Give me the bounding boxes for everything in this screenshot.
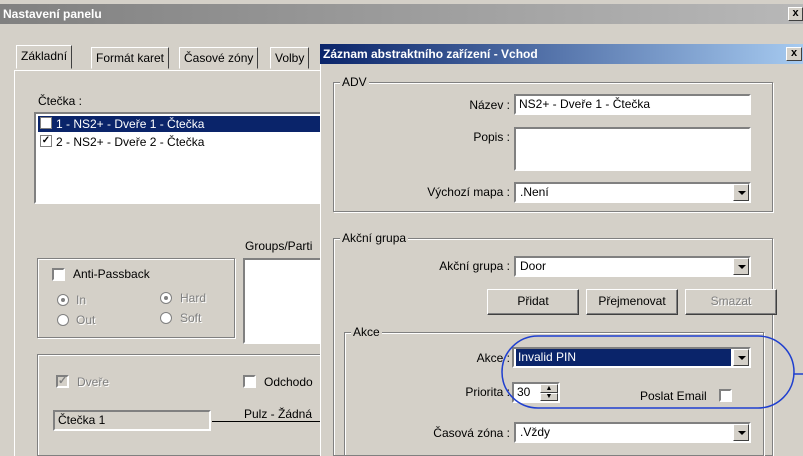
exit-label: Odchodo: [264, 375, 313, 389]
delete-button[interactable]: Smazat: [685, 289, 777, 315]
timezone-dropdown[interactable]: .Vždy: [514, 422, 751, 443]
settings-tabs: Základní Formát karet Časové zóny Volby: [16, 45, 326, 71]
map-dropdown[interactable]: .Není: [514, 182, 751, 203]
radio-soft-label: Soft: [180, 311, 202, 325]
groups-list[interactable]: [243, 258, 325, 344]
dialog-close-button[interactable]: x: [786, 47, 802, 61]
action-group-dropdown[interactable]: Door: [514, 256, 751, 277]
exit-checkbox[interactable]: [243, 375, 256, 388]
radio-out-label: Out: [76, 313, 96, 327]
settings-close-button[interactable]: x: [788, 7, 803, 21]
radio-hard-label: Hard: [180, 291, 207, 305]
dialog-titlebar[interactable]: Záznam abstraktního zařízení - Vchod: [320, 44, 803, 64]
name-label: Název :: [469, 98, 510, 112]
reader-name-field[interactable]: Čtečka 1: [53, 410, 211, 431]
door-group: [37, 354, 327, 456]
pulse-line: [212, 421, 328, 422]
settings-window-title: Nastavení panelu: [3, 7, 102, 21]
radio-hard[interactable]: [160, 292, 172, 304]
map-value: .Není: [520, 185, 549, 199]
desc-field[interactable]: [514, 127, 751, 171]
pulse-label: Pulz - Žádná: [244, 407, 313, 421]
priority-label: Priorita :: [465, 385, 510, 399]
list-item[interactable]: ✓ 1 - NS2+ - Dveře 1 - Čtečka: [38, 116, 326, 132]
action-group-legend: Akční grupa: [340, 231, 409, 245]
highlight-ellipse: [501, 335, 803, 409]
reader-list[interactable]: ✓ 1 - NS2+ - Dveře 1 - Čtečka ✓ 2 - NS2+…: [34, 112, 328, 204]
radio-in[interactable]: [57, 294, 69, 306]
groups-label: Groups/Parti: [245, 239, 313, 253]
list-item[interactable]: ✓ 2 - NS2+ - Dveře 2 - Čtečka: [38, 134, 326, 150]
radio-soft[interactable]: [160, 312, 172, 324]
tab-zakladni[interactable]: Základní: [16, 45, 73, 69]
adv-legend: ADV: [340, 75, 369, 89]
timezone-value: .Vždy: [520, 425, 551, 439]
tab-volby[interactable]: Volby: [270, 47, 310, 69]
anti-passback-label: Anti-Passback: [73, 267, 150, 281]
action-group-label: Akční grupa :: [439, 259, 510, 273]
timezone-label: Časová zóna :: [433, 426, 510, 440]
dialog-title: Záznam abstraktního zařízení - Vchod: [323, 47, 538, 61]
chevron-down-icon[interactable]: [733, 184, 749, 201]
tab-casove-zony[interactable]: Časové zóny: [179, 47, 259, 69]
action-legend: Akce: [351, 325, 382, 339]
map-label: Výchozí mapa :: [427, 185, 510, 199]
action-group-value: Door: [520, 259, 547, 273]
add-button[interactable]: Přidat: [487, 289, 579, 315]
reader-checkbox-icon[interactable]: ✓: [40, 135, 52, 147]
rename-button[interactable]: Přejmenovat: [586, 289, 678, 315]
action-label: Akce :: [476, 351, 510, 365]
chevron-down-icon[interactable]: [733, 424, 749, 441]
radio-in-label: In: [76, 293, 87, 307]
door-label: Dveře: [77, 375, 110, 389]
reader-label: Čtečka :: [38, 94, 83, 108]
name-field[interactable]: NS2+ - Dveře 1 - Čtečka: [514, 94, 751, 115]
reader-checkbox-icon[interactable]: ✓: [40, 117, 52, 129]
door-checkbox[interactable]: ✓: [56, 375, 69, 388]
desc-label: Popis :: [473, 130, 510, 144]
chevron-down-icon[interactable]: [733, 258, 749, 275]
settings-window-titlebar[interactable]: Nastavení panelu: [0, 4, 803, 24]
anti-passback-checkbox[interactable]: [52, 268, 65, 281]
tab-format-karet[interactable]: Formát karet: [91, 47, 170, 69]
radio-out[interactable]: [57, 314, 69, 326]
